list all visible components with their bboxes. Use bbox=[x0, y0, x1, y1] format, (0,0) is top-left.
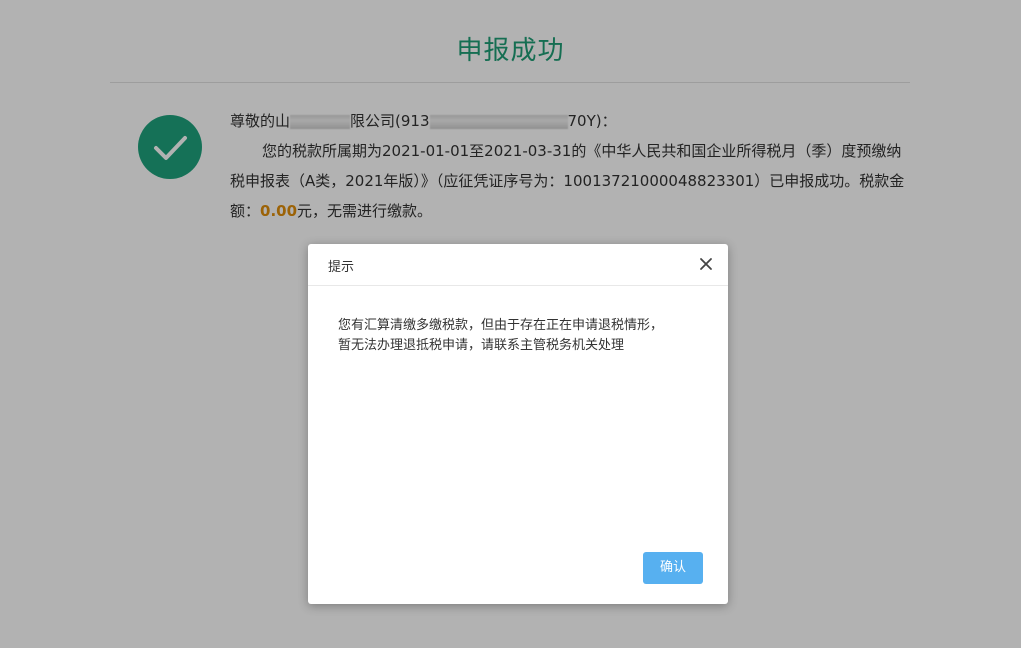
dialog-body-line1: 您有汇算清缴多缴税款，但由于存在正在申请退税情形， bbox=[338, 318, 664, 333]
dialog-body: 您有汇算清缴多缴税款，但由于存在正在申请退税情形， 暂无法办理退抵税申请，请联系… bbox=[338, 316, 703, 356]
notice-dialog: 提示 您有汇算清缴多缴税款，但由于存在正在申请退税情形， 暂无法办理退抵税申请，… bbox=[308, 244, 728, 604]
close-icon[interactable] bbox=[698, 256, 714, 272]
dialog-title: 提示 bbox=[328, 260, 355, 275]
confirm-button[interactable]: 确认 bbox=[643, 552, 703, 584]
dialog-body-line2: 暂无法办理退抵税申请，请联系主管税务机关处理 bbox=[338, 338, 625, 353]
dialog-header: 提示 bbox=[308, 244, 728, 286]
